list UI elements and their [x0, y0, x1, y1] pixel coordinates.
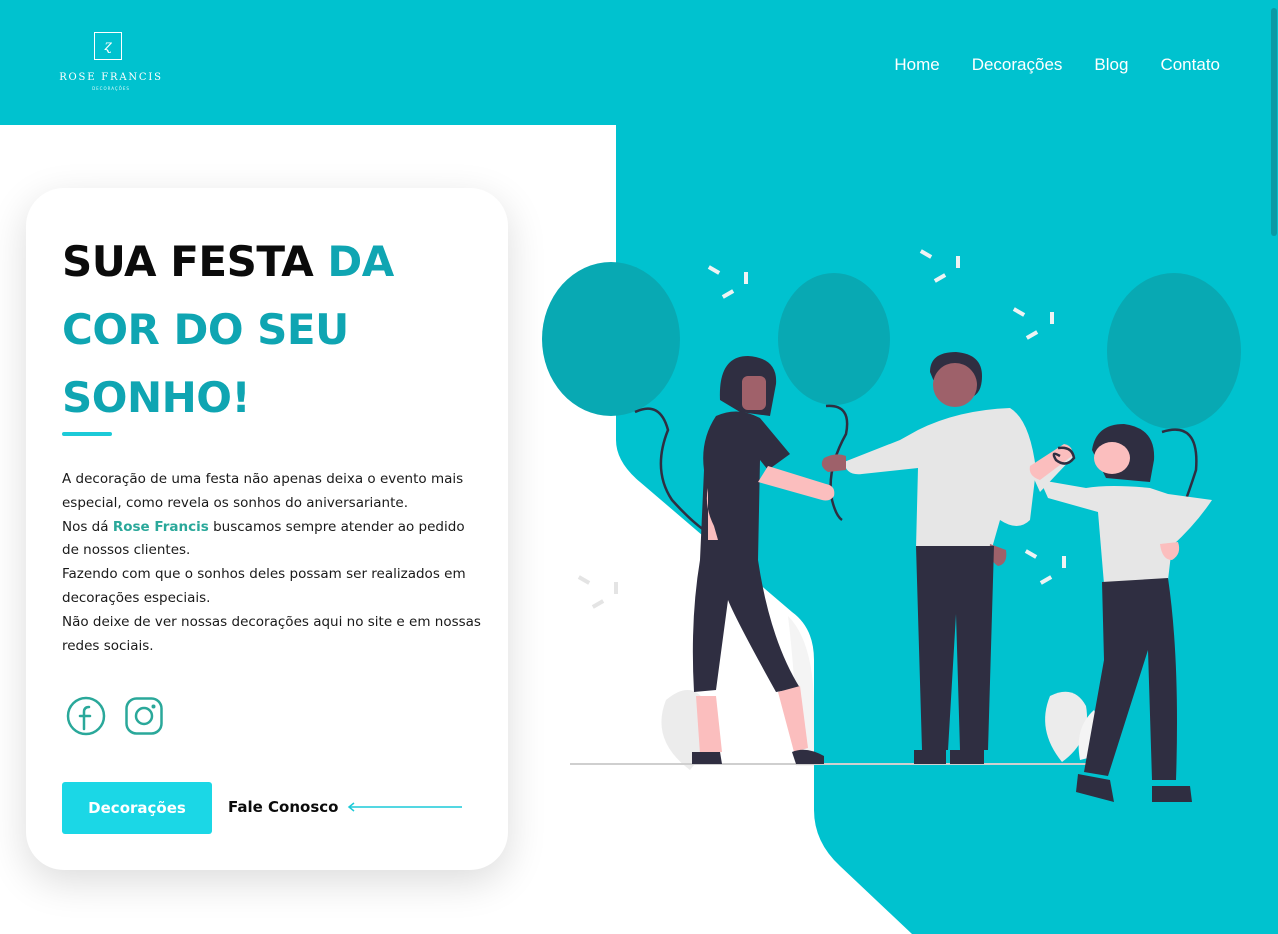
nav-contato[interactable]: Contato	[1160, 54, 1220, 76]
hero-title-teal-3: SONHO!	[62, 373, 251, 422]
instagram-link[interactable]	[124, 696, 164, 736]
nav-home[interactable]: Home	[894, 54, 939, 76]
title-underline	[62, 432, 112, 436]
site-logo[interactable]: ɀ ROSE FRANCIS DECORAÇÕES	[52, 20, 170, 100]
arrow-left-icon	[348, 802, 463, 812]
logo-mark: ɀ	[94, 32, 122, 60]
hero-title-teal-2: COR DO SEU	[62, 305, 349, 354]
fale-conosco-link[interactable]: Fale Conosco	[228, 798, 464, 816]
main-nav: Home Decorações Blog Contato	[894, 54, 1220, 76]
nav-decoracoes[interactable]: Decorações	[972, 54, 1063, 76]
site-header: ɀ ROSE FRANCIS DECORAÇÕES Home Decoraçõe…	[0, 0, 1278, 125]
desc-line-4: Não deixe de ver nossas decorações aqui …	[62, 613, 481, 654]
fale-conosco-label: Fale Conosco	[228, 798, 339, 816]
hero-card: SUA FESTA DA COR DO SEU SONHO! A decoraç…	[26, 188, 508, 870]
hero-title-teal-1: DA	[327, 237, 394, 286]
decoracoes-button[interactable]: Decorações	[62, 782, 212, 834]
logo-name: ROSE FRANCIS	[59, 72, 163, 83]
logo-glyph: ɀ	[104, 38, 112, 54]
desc-line-3: Fazendo com que o sonhos deles possam se…	[62, 566, 466, 606]
logo-subtitle: DECORAÇÕES	[92, 86, 130, 91]
confetti-light	[577, 575, 618, 609]
hero-description: A decoração de uma festa não apenas deix…	[62, 468, 482, 658]
social-links	[66, 696, 164, 736]
desc-line-2: Nos dá Rose Francis buscamos sempre aten…	[62, 516, 482, 564]
facebook-link[interactable]	[66, 696, 106, 736]
facebook-icon	[66, 696, 106, 736]
scrollbar-thumb[interactable]	[1271, 8, 1277, 236]
hero-title: SUA FESTA DA COR DO SEU SONHO!	[62, 228, 482, 432]
page-scrollbar[interactable]	[1270, 0, 1278, 934]
desc-line-1: A decoração de uma festa não apenas deix…	[62, 471, 464, 511]
instagram-icon	[125, 697, 163, 735]
brand-name: Rose Francis	[112, 518, 209, 535]
nav-blog[interactable]: Blog	[1094, 54, 1128, 76]
desc-line-2-before: Nos dá	[62, 518, 109, 535]
hero-title-dark: SUA FESTA	[62, 237, 314, 286]
